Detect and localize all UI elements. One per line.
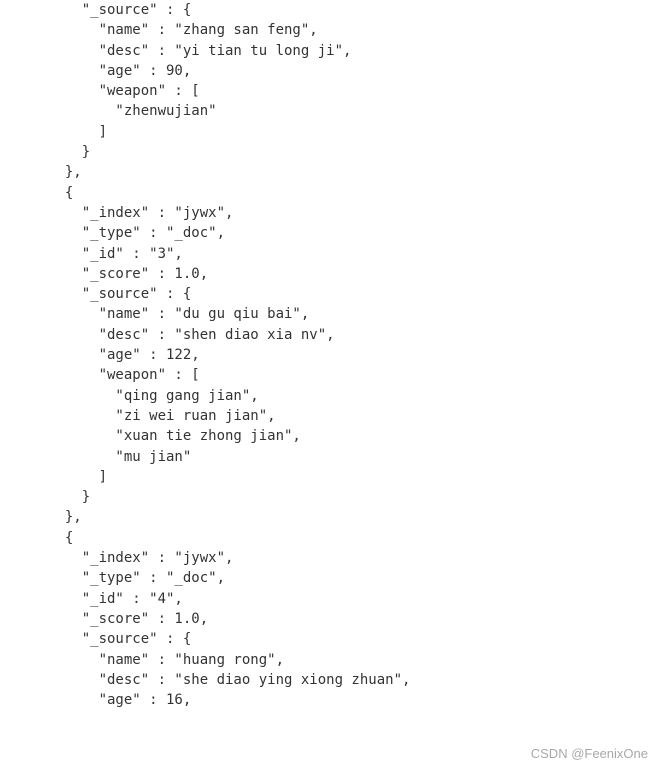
watermark-text: CSDN @FeenixOne (531, 746, 648, 761)
json-code-block: "_source" : { "name" : "zhang san feng",… (0, 0, 662, 710)
